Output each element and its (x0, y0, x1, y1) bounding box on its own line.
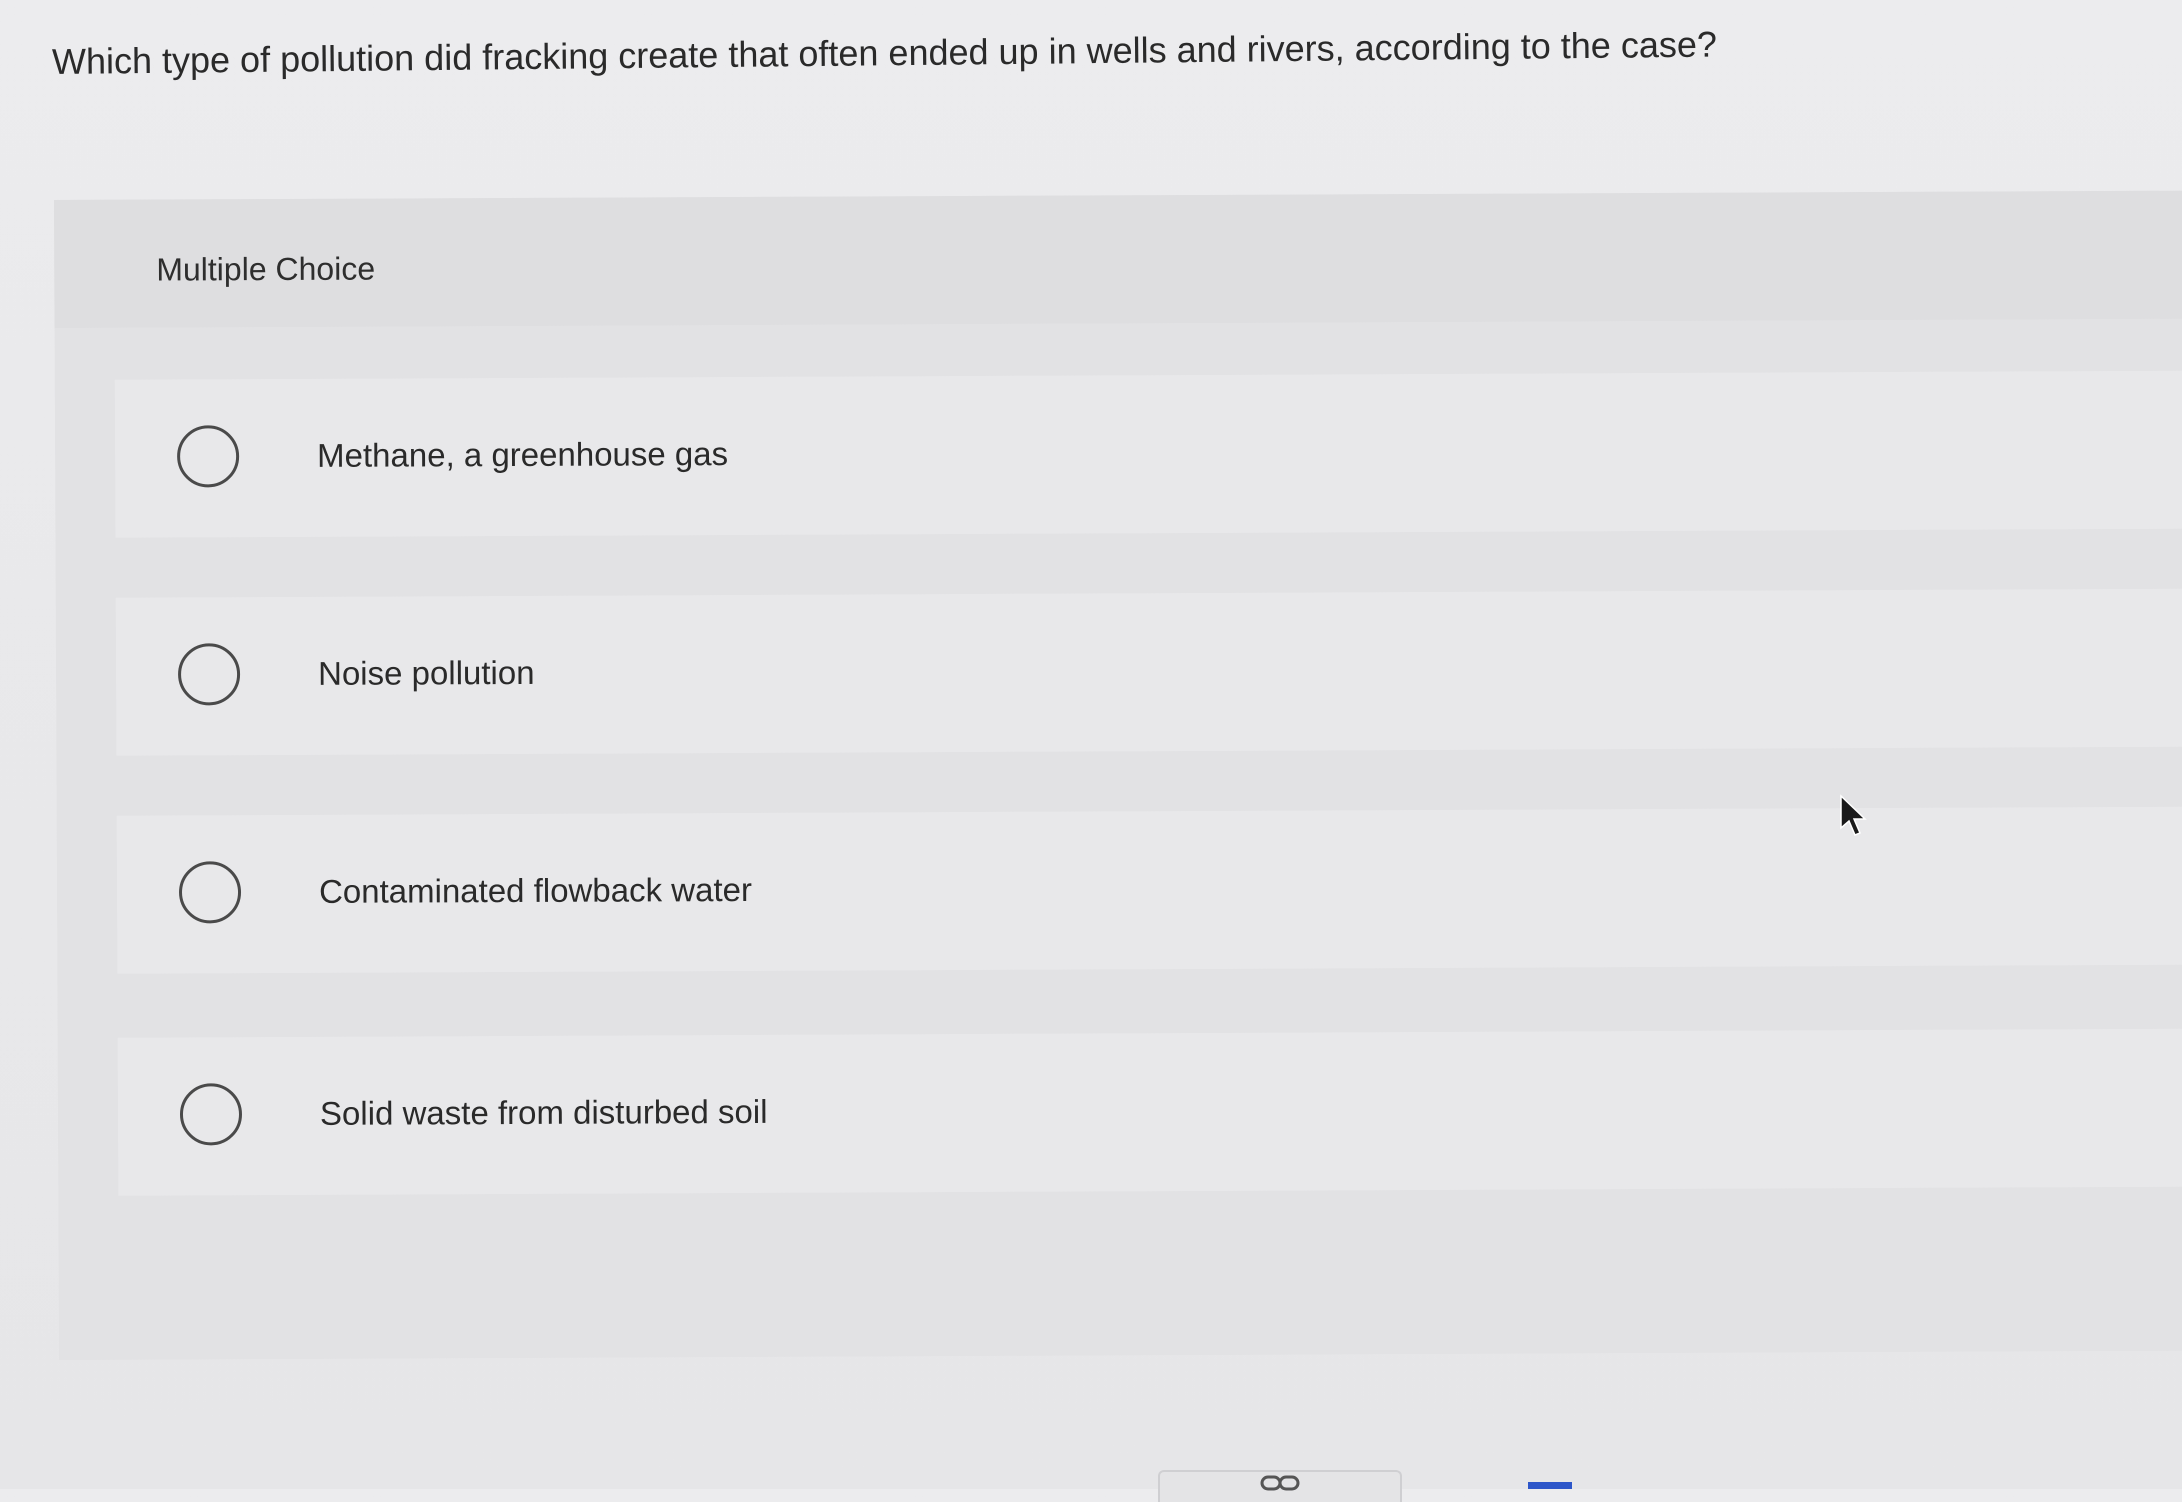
progress-indicator (1528, 1482, 1572, 1489)
answer-option-1[interactable]: Methane, a greenhouse gas (114, 370, 2182, 538)
panel-header: Multiple Choice (54, 190, 2182, 328)
answer-option-3[interactable]: Contaminated flowback water (116, 806, 2182, 974)
question-type-label: Multiple Choice (156, 250, 376, 288)
radio-unchecked-icon[interactable] (178, 861, 242, 924)
mouse-pointer-icon (1840, 794, 1867, 836)
answer-option-4[interactable]: Solid waste from disturbed soil (117, 1028, 2182, 1196)
question-text: Which type of pollution did fracking cre… (51, 23, 1718, 82)
multiple-choice-panel: Multiple Choice Methane, a greenhouse ga… (54, 190, 2182, 1360)
answer-option-label: Noise pollution (317, 653, 535, 692)
answer-option-label: Methane, a greenhouse gas (317, 435, 729, 474)
radio-unchecked-icon[interactable] (176, 425, 240, 488)
radio-unchecked-icon[interactable] (179, 1083, 243, 1146)
answer-option-2[interactable]: Noise pollution (115, 588, 2182, 756)
answer-option-label: Contaminated flowback water (318, 870, 752, 910)
answer-option-label: Solid waste from disturbed soil (319, 1092, 768, 1132)
link-icon[interactable] (1260, 1472, 1300, 1494)
radio-unchecked-icon[interactable] (177, 643, 241, 706)
bottom-toolbar (1158, 1470, 1402, 1502)
